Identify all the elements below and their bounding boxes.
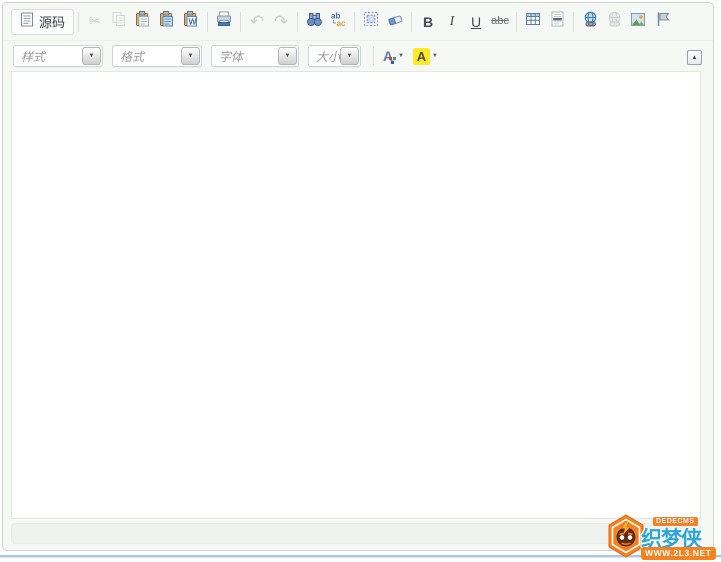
strikethrough-button[interactable]: abc — [488, 10, 512, 34]
svg-text:W: W — [189, 17, 198, 27]
chevron-down-icon: ▼ — [398, 53, 404, 59]
redo-arrow-icon: ↷ — [273, 12, 289, 31]
toolbar-separator — [411, 11, 413, 32]
insert-image-button[interactable] — [626, 10, 650, 34]
print-button[interactable] — [212, 10, 236, 34]
anchor-flag-icon — [655, 11, 670, 32]
find-button[interactable] — [302, 10, 326, 34]
source-code-label: 源码 — [39, 15, 66, 30]
editor-content[interactable] — [11, 71, 701, 519]
chevron-down-icon[interactable]: ▼ — [278, 47, 297, 65]
watermark-url: WWW.2L3.NET — [641, 546, 716, 560]
collapse-arrow-icon: ▲ — [691, 54, 698, 61]
unlink-icon — [606, 11, 623, 32]
image-icon — [630, 12, 646, 32]
size-select-label: 大小 — [316, 49, 341, 64]
size-select[interactable]: 大小 ▼ — [308, 45, 361, 67]
toolbar-separator — [240, 11, 242, 32]
binoculars-icon — [306, 11, 323, 32]
hexagon-mascot-icon — [606, 514, 646, 562]
toolbar-separator — [373, 46, 374, 66]
chevron-down-icon[interactable]: ▼ — [340, 47, 359, 65]
insert-table-button[interactable] — [521, 10, 545, 34]
eraser-icon — [387, 11, 404, 32]
green-swatch — [393, 56, 396, 60]
font-select[interactable]: 字体 ▼ — [211, 45, 299, 67]
source-code-button[interactable]: 源码 — [11, 8, 75, 35]
paste-icon — [135, 11, 151, 32]
elements-path-bar — [11, 523, 701, 544]
page-break-button[interactable] — [545, 10, 569, 34]
style-select-label: 样式 — [21, 49, 46, 64]
blue-swatch — [391, 60, 394, 64]
anchor-button[interactable] — [650, 10, 674, 34]
toolbar-row-1: 源码 ✂ W ↶ ↷ ab ac B I U abc — [3, 3, 713, 41]
dedecms-watermark: DEDECMS 织梦侠 WWW.2L3.NET — [606, 514, 721, 562]
paste-word-icon: W — [183, 11, 199, 32]
red-swatch — [389, 56, 392, 60]
table-icon — [525, 11, 541, 32]
chevron-down-icon[interactable]: ▼ — [181, 47, 200, 65]
copy-button[interactable] — [107, 10, 131, 34]
toolbar-separator — [78, 11, 80, 32]
insert-link-button[interactable] — [578, 10, 602, 34]
bold-icon: B — [422, 13, 434, 30]
toolbar-collapse-button[interactable]: ▲ — [687, 50, 702, 65]
background-color-icon: A — [412, 47, 430, 65]
format-select-label: 格式 — [120, 49, 145, 64]
replace-icon: ab ac — [330, 11, 347, 32]
underline-button[interactable]: U — [464, 10, 488, 34]
source-document-icon — [20, 12, 34, 32]
undo-arrow-icon: ↶ — [249, 12, 265, 31]
copy-icon — [111, 11, 127, 32]
paste-from-word-button[interactable]: W — [179, 10, 203, 34]
underline-icon: U — [470, 13, 482, 30]
style-select[interactable]: 样式 ▼ — [13, 45, 103, 67]
strikethrough-icon: abc — [491, 15, 509, 27]
unlink-button[interactable] — [602, 10, 626, 34]
watermark-text-block: DEDECMS 织梦侠 WWW.2L3.NET — [641, 516, 721, 562]
text-color-button[interactable]: A ▼ — [378, 47, 406, 66]
paste-text-icon — [159, 11, 175, 32]
select-all-button[interactable] — [359, 10, 383, 34]
chevron-down-icon[interactable]: ▼ — [82, 47, 101, 65]
bold-button[interactable]: B — [416, 10, 440, 34]
toolbar-separator — [354, 11, 356, 32]
italic-icon: I — [449, 13, 455, 29]
remove-format-button[interactable] — [383, 10, 407, 34]
svg-text:ac: ac — [336, 19, 345, 27]
toolbar-row-2: 样式 ▼ 格式 ▼ 字体 ▼ 大小 ▼ A ▼ A ▼ ▲ — [3, 41, 713, 71]
text-color-icon: A — [380, 48, 396, 65]
printer-icon — [216, 11, 232, 32]
replace-button[interactable]: ab ac — [326, 10, 350, 34]
paste-button[interactable] — [131, 10, 155, 34]
format-select[interactable]: 格式 ▼ — [112, 45, 202, 67]
font-select-label: 字体 — [219, 49, 244, 64]
italic-button[interactable]: I — [440, 10, 464, 34]
link-globe-icon — [582, 11, 599, 32]
redo-button[interactable]: ↷ — [269, 10, 293, 34]
select-all-icon — [363, 11, 379, 32]
paste-plain-text-button[interactable] — [155, 10, 179, 34]
chevron-down-icon: ▼ — [431, 53, 438, 59]
page-break-icon — [550, 11, 565, 32]
cut-button[interactable]: ✂ — [83, 10, 107, 34]
scissors-icon: ✂ — [88, 13, 102, 30]
toolbar-separator — [207, 11, 209, 32]
toolbar-separator — [516, 11, 518, 32]
undo-button[interactable]: ↶ — [245, 10, 269, 34]
rich-text-editor: 源码 ✂ W ↶ ↷ ab ac B I U abc 样式 ▼ 格式 ▼ 字体 … — [2, 2, 714, 551]
background-color-button[interactable]: A ▼ — [411, 47, 440, 66]
toolbar-separator — [573, 11, 575, 32]
toolbar-separator — [297, 11, 299, 32]
